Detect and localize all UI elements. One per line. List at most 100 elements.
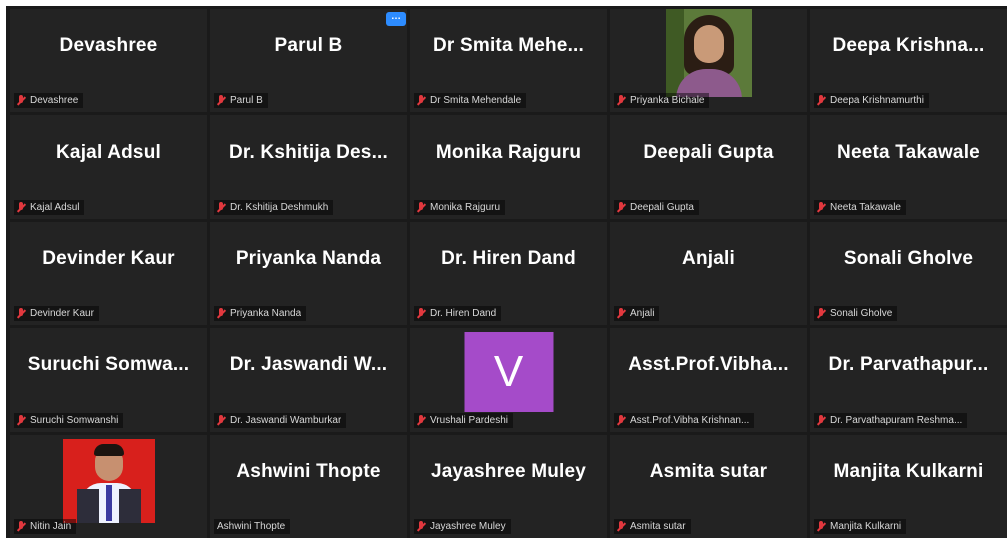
mic-muted-icon [817, 201, 825, 213]
participant-label: Dr. Parvathapuram Reshma... [814, 412, 968, 428]
participant-label: Asmita sutar [614, 519, 691, 534]
participant-display-name: Kajal Adsul [56, 141, 161, 163]
participant-label-text: Monika Rajguru [430, 201, 501, 213]
participant-label: Priyanka Nanda [214, 306, 307, 322]
participant-label-text: Manjita Kulkarni [830, 521, 902, 532]
participant-tile[interactable]: Monika Rajguru Monika Rajguru [410, 115, 607, 219]
participant-label-text: Ashwini Thopte [217, 521, 286, 532]
participant-label-text: Parul B [230, 95, 263, 107]
gallery-view: … Devashree Devashree Parul B Parul B Dr… [6, 6, 1007, 538]
participant-display-name: Deepali Gupta [643, 141, 774, 163]
participant-label-text: Dr. Kshitija Deshmukh [230, 201, 329, 213]
mic-muted-icon [817, 521, 825, 532]
participant-label-text: Kajal Adsul [30, 201, 80, 213]
participant-display-name: Dr. Jaswandi W... [229, 354, 388, 376]
participant-label-text: Sonali Gholve [830, 308, 893, 320]
mic-muted-icon [417, 308, 425, 319]
mic-muted-icon [217, 201, 225, 213]
participant-tile-avatar[interactable]: V Vrushali Pardeshi [410, 328, 607, 432]
participant-label: Jayashree Muley [414, 519, 511, 534]
participant-display-name: Asmita sutar [649, 460, 768, 482]
participant-display-name: Dr. Hiren Dand [441, 248, 576, 270]
participant-tile[interactable]: Anjali Anjali [610, 221, 807, 326]
participant-display-name: Dr. Parvathapur... [828, 354, 989, 376]
mic-muted-icon [17, 414, 25, 426]
participant-label: Priyanka Bichale [614, 93, 710, 109]
participant-tile[interactable]: Priyanka Nanda Priyanka Nanda [210, 221, 407, 326]
participant-label-text: Deepali Gupta [630, 201, 694, 213]
participant-label: Devashree [14, 93, 84, 109]
participant-tile-video[interactable]: Priyanka Bichale [610, 9, 807, 113]
mic-muted-icon [17, 95, 25, 106]
participant-label-text: Dr. Jaswandi Wamburkar [230, 414, 342, 426]
participant-tile[interactable]: Dr. Hiren Dand Dr. Hiren Dand [410, 221, 607, 326]
participant-tile[interactable]: Jayashree Muley Jayashree Muley [410, 434, 607, 538]
participant-tile[interactable]: Dr. Parvathapur... Dr. Parvathapuram Res… [810, 328, 1007, 432]
participant-label-text: Dr. Parvathapuram Reshma... [830, 414, 963, 426]
participant-display-name: Sonali Gholve [843, 248, 974, 270]
participant-label: Dr. Hiren Dand [414, 306, 502, 322]
mic-muted-icon [617, 414, 625, 426]
participant-tile[interactable]: Manjita Kulkarni Manjita Kulkarni [810, 434, 1007, 538]
participant-label: Kajal Adsul [14, 199, 85, 215]
participant-label: Dr Smita Mehendale [414, 93, 527, 109]
participant-display-name: Deepa Krishna... [832, 35, 985, 57]
mic-muted-icon [617, 95, 625, 106]
participant-tile[interactable]: Dr. Kshitija Des... Dr. Kshitija Deshmuk… [210, 115, 407, 219]
participant-video [62, 438, 155, 523]
participant-display-name: Suruchi Somwa... [27, 354, 190, 376]
participant-label: Manjita Kulkarni [814, 519, 907, 534]
mic-muted-icon [617, 308, 625, 319]
participant-label-text: Priyanka Nanda [230, 308, 302, 320]
mic-muted-icon [217, 95, 225, 106]
more-options-button[interactable]: … [386, 12, 406, 26]
mic-muted-icon [417, 201, 425, 213]
participant-label-text: Dr Smita Mehendale [430, 95, 522, 107]
mic-muted-icon [617, 521, 625, 532]
participant-tile[interactable]: Asst.Prof.Vibha... Asst.Prof.Vibha Krish… [610, 328, 807, 432]
participant-label: Suruchi Somwanshi [14, 412, 124, 428]
participant-label: Dr. Kshitija Deshmukh [214, 199, 334, 215]
participant-label-text: Priyanka Bichale [630, 95, 705, 107]
participant-display-name: Neeta Takawale [837, 141, 980, 163]
participant-tile[interactable]: Devinder Kaur Devinder Kaur [10, 221, 207, 326]
participant-label-text: Vrushali Pardeshi [430, 414, 509, 426]
participant-tile[interactable]: Sonali Gholve Sonali Gholve [810, 221, 1007, 326]
participant-label: Neeta Takawale [814, 199, 906, 215]
participant-display-name: Priyanka Nanda [235, 248, 382, 270]
participant-label-text: Devinder Kaur [30, 308, 94, 320]
participant-tile[interactable]: Parul B Parul B [210, 9, 407, 113]
participant-label: Anjali [614, 306, 660, 322]
participant-label-text: Neeta Takawale [830, 201, 901, 213]
participant-label-text: Deepa Krishnamurthi [830, 95, 924, 107]
participant-label: Asst.Prof.Vibha Krishnan... [614, 412, 755, 428]
mic-muted-icon [417, 521, 425, 532]
mic-muted-icon [417, 95, 425, 106]
participant-tile[interactable]: Deepa Krishna... Deepa Krishnamurthi [810, 9, 1007, 113]
participant-tile-video[interactable]: Nitin Jain [10, 434, 207, 538]
mic-muted-icon [17, 308, 25, 319]
participant-tile[interactable]: Kajal Adsul Kajal Adsul [10, 115, 207, 219]
participant-display-name: Asst.Prof.Vibha... [628, 354, 789, 376]
participant-tile[interactable]: Dr. Jaswandi W... Dr. Jaswandi Wamburkar [210, 328, 407, 432]
participant-display-name: Manjita Kulkarni [833, 460, 984, 482]
participant-label-text: Jayashree Muley [430, 521, 506, 532]
participant-tile[interactable]: Deepali Gupta Deepali Gupta [610, 115, 807, 219]
participant-video [665, 9, 752, 97]
mic-muted-icon [217, 308, 225, 319]
mic-muted-icon [817, 414, 825, 426]
mic-muted-icon [17, 201, 25, 213]
participant-label: Vrushali Pardeshi [414, 412, 514, 428]
participant-label-text: Anjali [630, 308, 655, 320]
participant-display-name: Dr. Kshitija Des... [228, 141, 389, 163]
participant-label: Ashwini Thopte [214, 519, 291, 534]
participant-tile[interactable]: Asmita sutar Asmita sutar [610, 434, 807, 538]
participant-tile[interactable]: Dr Smita Mehe... Dr Smita Mehendale [410, 9, 607, 113]
more-icon: … [391, 11, 401, 22]
participant-tile[interactable]: Devashree Devashree [10, 9, 207, 113]
participant-label: Dr. Jaswandi Wamburkar [214, 412, 347, 428]
participant-tile[interactable]: Neeta Takawale Neeta Takawale [810, 115, 1007, 219]
participant-tile[interactable]: Ashwini Thopte Ashwini Thopte [210, 434, 407, 538]
participant-tile[interactable]: Suruchi Somwa... Suruchi Somwanshi [10, 328, 207, 432]
participant-label: Parul B [214, 93, 268, 109]
